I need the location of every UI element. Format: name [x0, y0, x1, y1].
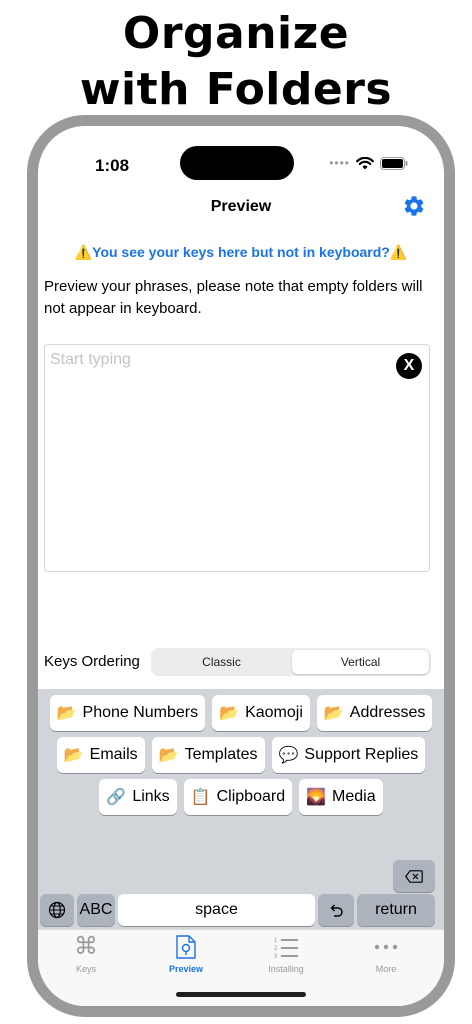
folder-key-support-replies[interactable]: 💬 Support Replies — [271, 737, 426, 773]
backspace-key[interactable] — [393, 860, 435, 892]
folder-icon: 📂 — [323, 705, 344, 722]
headline-line-2: with Folders — [79, 64, 393, 115]
keys-ordering-segmented-control: Classic Vertical — [151, 648, 431, 676]
key-label: Addresses — [349, 704, 426, 721]
svg-text:3: 3 — [274, 954, 278, 959]
tab-label-more: More — [375, 964, 397, 974]
folder-key-addresses[interactable]: 📂 Addresses — [316, 695, 433, 731]
tab-label-installing: Installing — [268, 964, 304, 974]
folder-icon: 📂 — [63, 747, 84, 764]
phone-frame: 1:08 •••• Preview ⚠️You see your keys he… — [27, 115, 455, 1017]
undo-icon — [330, 904, 343, 917]
status-time: 1:08 — [95, 156, 130, 175]
key-label: Support Replies — [304, 746, 419, 763]
folder-key-media[interactable]: 🌄 Media — [299, 779, 383, 815]
headline-line-1: Organize — [122, 8, 350, 59]
keyboard-row-2: 📂 Emails 📂 Templates 💬 Support Replies — [38, 737, 444, 773]
keyboard-row-1: 📂 Phone Numbers 📂 Kaomoji 📂 Addresses — [38, 695, 444, 731]
key-label: Clipboard — [216, 788, 286, 805]
picture-icon: 🌄 — [306, 789, 327, 806]
folder-icon: 📂 — [219, 705, 240, 722]
folder-icon: 📂 — [158, 747, 179, 764]
folder-key-links[interactable]: 🔗 Links — [99, 779, 177, 815]
wifi-icon — [356, 156, 374, 169]
folder-key-templates[interactable]: 📂 Templates — [151, 737, 265, 773]
numbered-list-icon: 1 2 3 — [241, 934, 331, 960]
clear-button[interactable]: X — [396, 353, 422, 379]
key-label: Links — [132, 788, 170, 805]
folder-key-kaomoji[interactable]: 📂 Kaomoji — [212, 695, 310, 731]
keyboard-bottom-row: ABC space return — [38, 894, 444, 926]
keys-ordering-label: Keys Ordering — [44, 653, 140, 670]
warning-text: You see your keys here but not in keyboa… — [92, 244, 390, 260]
key-label: Emails — [89, 746, 138, 763]
folder-key-emails[interactable]: 📂 Emails — [56, 737, 145, 773]
undo-key[interactable] — [318, 894, 354, 926]
return-key[interactable]: return — [357, 894, 435, 926]
ordering-option-classic[interactable]: Classic — [153, 650, 290, 674]
key-label: Phone Numbers — [82, 704, 199, 721]
svg-text:2: 2 — [274, 946, 278, 952]
signal-dots-icon: •••• — [329, 156, 350, 170]
dynamic-island — [180, 146, 294, 180]
battery-icon — [380, 156, 408, 170]
tab-label-preview: Preview — [168, 964, 204, 974]
key-label: Media — [332, 788, 376, 805]
home-indicator — [176, 992, 306, 997]
status-icons: •••• — [329, 156, 408, 170]
keyboard-warning[interactable]: ⚠️You see your keys here but not in keyb… — [38, 244, 444, 261]
tab-label-keys: Keys — [75, 964, 96, 974]
tab-more[interactable]: More — [341, 934, 431, 974]
preview-text-input[interactable]: Start typing X — [44, 344, 430, 572]
command-icon: ⌘ — [74, 933, 98, 960]
clipboard-icon: 📋 — [190, 789, 211, 806]
svg-text:1: 1 — [274, 938, 278, 944]
tab-preview[interactable]: Preview — [141, 934, 231, 974]
abc-key[interactable]: ABC — [77, 894, 115, 926]
key-label: Kaomoji — [245, 704, 303, 721]
folder-icon: 📂 — [56, 705, 77, 722]
speech-bubble-icon: 💬 — [278, 747, 299, 764]
folder-key-clipboard[interactable]: 📋 Clipboard — [183, 779, 293, 815]
more-dots-icon — [341, 934, 431, 960]
folder-key-phone-numbers[interactable]: 📂 Phone Numbers — [49, 695, 206, 731]
ordering-option-vertical[interactable]: Vertical — [292, 650, 429, 674]
keyboard-row-3: 🔗 Links 📋 Clipboard 🌄 Media — [38, 779, 444, 815]
tab-keys[interactable]: ⌘ Keys — [41, 933, 131, 975]
tab-installing[interactable]: 1 2 3 Installing — [241, 934, 331, 974]
globe-icon — [48, 901, 66, 919]
key-label: Templates — [184, 746, 258, 763]
headline: Organize with Folders — [0, 6, 472, 118]
page-title: Preview — [210, 198, 272, 215]
document-icon — [141, 934, 231, 960]
warning-icon-right: ⚠️ — [389, 244, 408, 260]
warning-icon-left: ⚠️ — [74, 244, 93, 260]
keyboard-preview: 📂 Phone Numbers 📂 Kaomoji 📂 Addresses 📂 Emai… — [38, 689, 444, 929]
description-text: Preview your phrases, please note that e… — [44, 278, 423, 317]
phone-screen: 1:08 •••• Preview ⚠️You see your keys he… — [38, 126, 444, 1006]
backspace-icon — [405, 869, 423, 883]
input-placeholder: Start typing — [50, 351, 131, 368]
link-icon: 🔗 — [106, 789, 127, 806]
globe-key[interactable] — [40, 894, 74, 926]
space-key[interactable]: space — [118, 894, 315, 926]
gear-icon[interactable] — [402, 194, 426, 218]
